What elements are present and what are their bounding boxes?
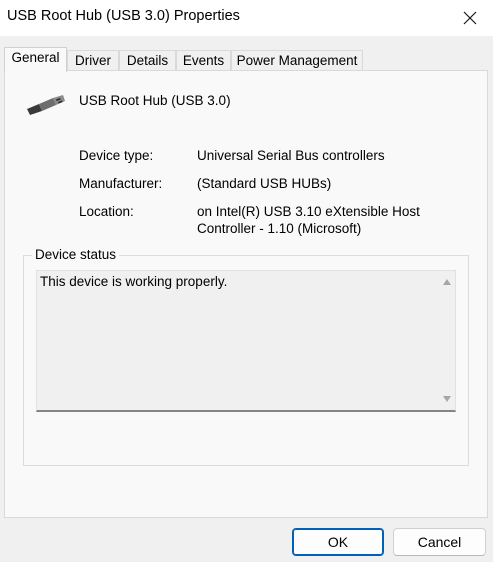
device-type-label: Device type: bbox=[79, 148, 154, 163]
location-label: Location: bbox=[79, 204, 134, 219]
device-type-value: Universal Serial Bus controllers bbox=[197, 148, 385, 163]
tab-details[interactable]: Details bbox=[119, 50, 176, 71]
cancel-button[interactable]: Cancel bbox=[393, 528, 486, 556]
general-tab-panel: USB Root Hub (USB 3.0) Device type: Univ… bbox=[4, 70, 488, 518]
ok-button[interactable]: OK bbox=[292, 528, 384, 556]
usb-plug-icon bbox=[27, 95, 65, 115]
manufacturer-value: (Standard USB HUBs) bbox=[197, 176, 332, 191]
manufacturer-label: Manufacturer: bbox=[79, 176, 163, 191]
tab-power-management[interactable]: Power Management bbox=[231, 50, 363, 71]
title-bar: USB Root Hub (USB 3.0) Properties bbox=[0, 0, 493, 36]
close-icon bbox=[463, 11, 477, 25]
scroll-down-arrow-icon[interactable] bbox=[443, 396, 451, 402]
device-name: USB Root Hub (USB 3.0) bbox=[79, 93, 231, 108]
device-status-legend: Device status bbox=[32, 247, 120, 262]
device-status-textbox[interactable]: This device is working properly. bbox=[36, 270, 456, 412]
tab-driver[interactable]: Driver bbox=[67, 50, 119, 71]
device-status-text: This device is working properly. bbox=[40, 274, 228, 289]
tab-events[interactable]: Events bbox=[176, 50, 231, 71]
location-value: on Intel(R) USB 3.10 eXtensible Host Con… bbox=[197, 204, 420, 236]
scroll-up-arrow-icon[interactable] bbox=[443, 279, 451, 285]
close-button[interactable] bbox=[447, 0, 493, 36]
tab-general[interactable]: General bbox=[4, 47, 67, 72]
window-title: USB Root Hub (USB 3.0) Properties bbox=[7, 8, 240, 24]
device-status-group: Device status This device is working pro… bbox=[23, 247, 469, 466]
